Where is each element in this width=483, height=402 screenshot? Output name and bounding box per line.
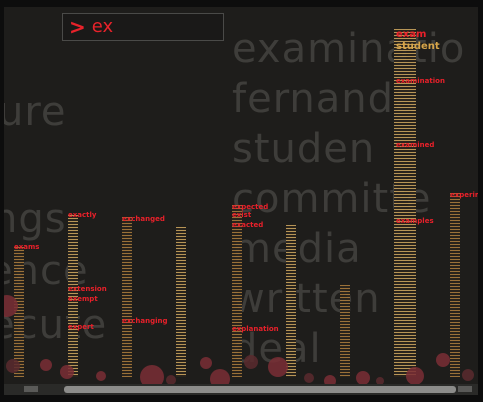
highlight-term[interactable]: exams — [14, 243, 39, 251]
highlight-term[interactable]: exam — [396, 29, 426, 40]
background-word: fernanda — [232, 76, 420, 122]
highlight-term[interactable]: expert — [68, 323, 94, 331]
frequency-bubble — [200, 357, 212, 369]
word-column[interactable] — [286, 225, 296, 377]
background-word: written — [232, 276, 381, 322]
horizontal-scrollbar[interactable] — [4, 384, 478, 395]
highlight-term[interactable]: exchanged — [122, 215, 165, 223]
frequency-bubble — [356, 371, 370, 385]
highlight-term[interactable]: exempt — [68, 295, 98, 303]
highlight-term[interactable]: student — [396, 41, 440, 52]
highlight-term[interactable]: experiment — [450, 191, 478, 199]
search-input[interactable]: > ex — [62, 13, 224, 41]
highlight-term[interactable]: examined — [396, 141, 434, 149]
word-column[interactable] — [232, 205, 242, 377]
word-column[interactable] — [122, 217, 132, 377]
background-word: ngs — [4, 196, 67, 242]
frequency-bubble — [304, 373, 314, 383]
highlight-term[interactable]: exacted — [232, 221, 263, 229]
frequency-bubble — [406, 367, 424, 385]
frequency-bubble — [60, 365, 74, 379]
background-word: ure — [4, 89, 67, 135]
frequency-bubble — [6, 359, 20, 373]
word-column[interactable] — [450, 193, 460, 377]
frequency-bubble — [268, 357, 288, 377]
frequency-bubble — [462, 369, 474, 381]
highlight-term[interactable]: extension — [68, 285, 107, 293]
background-word: studen — [232, 126, 376, 172]
highlight-term[interactable]: exactly — [68, 211, 96, 219]
frequency-bubble — [244, 355, 258, 369]
frequency-bubble — [436, 353, 450, 367]
word-column[interactable] — [340, 285, 350, 377]
highlight-term[interactable]: exist — [232, 211, 251, 219]
frequency-bubble — [40, 359, 52, 371]
highlight-term[interactable]: explanation — [232, 325, 279, 333]
scroll-thumb[interactable] — [64, 386, 456, 393]
frequency-bubble — [96, 371, 106, 381]
highlight-term[interactable]: expected — [232, 203, 268, 211]
scroll-tick — [458, 386, 472, 392]
visualization-canvas[interactable]: ure ngs ence ecute examinatio fernanda s… — [4, 7, 478, 395]
scroll-tick — [24, 386, 38, 392]
word-column[interactable] — [176, 227, 186, 377]
highlight-term[interactable]: exchanging — [122, 317, 168, 325]
background-word: media — [232, 226, 362, 272]
search-query: ex — [91, 16, 114, 37]
highlight-term[interactable]: examination — [396, 77, 445, 85]
highlight-term[interactable]: examples — [396, 217, 434, 225]
prompt-icon: > — [69, 15, 86, 39]
